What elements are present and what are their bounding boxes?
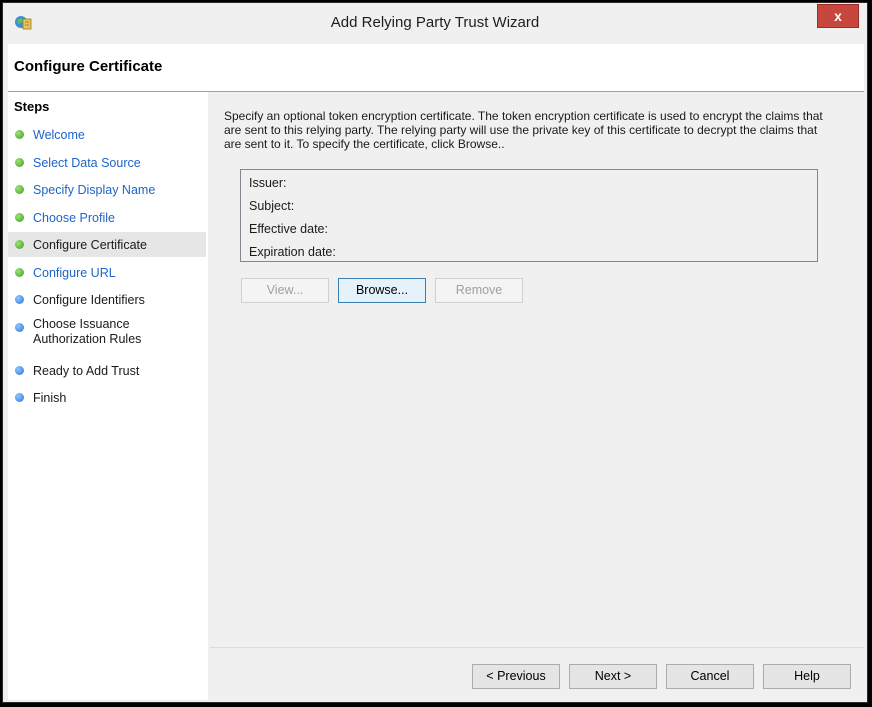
step-label: Choose Profile <box>33 210 115 225</box>
title-bar: Add Relying Party Trust Wizard x <box>3 3 867 43</box>
step-configure-url[interactable]: Configure URL <box>8 260 206 285</box>
step-complete-icon <box>15 213 24 222</box>
step-label: Welcome <box>33 127 85 142</box>
step-label: Ready to Add Trust <box>33 363 140 378</box>
subject-label: Subject: <box>249 199 295 213</box>
step-complete-icon <box>15 268 24 277</box>
page-header: Configure Certificate <box>8 44 864 92</box>
step-pending-icon <box>15 366 24 375</box>
step-select-data-source[interactable]: Select Data Source <box>8 150 206 175</box>
step-pending-icon <box>15 393 24 402</box>
footer-divider <box>210 647 864 648</box>
step-label: Configure Identifiers <box>33 292 145 307</box>
step-choose-profile[interactable]: Choose Profile <box>8 205 206 230</box>
expiration-date-label: Expiration date: <box>249 245 336 259</box>
browse-button[interactable]: Browse... <box>338 278 426 303</box>
main-content: Specify an optional token encryption cer… <box>210 92 864 700</box>
step-welcome[interactable]: Welcome <box>8 122 206 147</box>
window-title: Add Relying Party Trust Wizard <box>330 14 540 31</box>
step-complete-icon <box>15 185 24 194</box>
view-button[interactable]: View... <box>241 278 329 303</box>
step-configure-certificate: Configure Certificate <box>8 232 206 257</box>
step-ready-to-add-trust: Ready to Add Trust <box>8 358 206 383</box>
steps-pane: Steps Welcome Select Data Source Specify… <box>8 92 208 700</box>
previous-button[interactable]: < Previous <box>472 664 560 689</box>
next-button[interactable]: Next > <box>569 664 657 689</box>
step-choose-issuance-authorization-rules: Choose Issuance Authorization Rules <box>8 317 206 353</box>
step-label: Specify Display Name <box>33 182 156 197</box>
step-complete-icon <box>15 130 24 139</box>
step-label: Configure URL <box>33 265 116 280</box>
remove-button[interactable]: Remove <box>435 278 523 303</box>
description-text: Specify an optional token encryption cer… <box>224 109 823 151</box>
issuer-label: Issuer: <box>249 176 287 190</box>
step-pending-icon <box>15 323 24 332</box>
step-complete-icon <box>15 158 24 167</box>
step-label: Configure Certificate <box>33 237 147 252</box>
wizard-window: Add Relying Party Trust Wizard x Configu… <box>2 2 868 703</box>
step-finish: Finish <box>8 385 206 410</box>
help-button[interactable]: Help <box>763 664 851 689</box>
step-current-icon <box>15 240 24 249</box>
close-button[interactable]: x <box>817 4 859 28</box>
step-label: Select Data Source <box>33 155 141 170</box>
cancel-button[interactable]: Cancel <box>666 664 754 689</box>
certificate-details-box: Issuer: Subject: Effective date: Expirat… <box>240 169 818 262</box>
page-title: Configure Certificate <box>14 58 163 75</box>
effective-date-label: Effective date: <box>249 222 328 236</box>
step-label: Finish <box>33 390 67 405</box>
steps-heading: Steps <box>14 99 50 114</box>
step-pending-icon <box>15 295 24 304</box>
step-specify-display-name[interactable]: Specify Display Name <box>8 177 206 202</box>
step-label: Choose Issuance Authorization Rules <box>33 317 142 346</box>
step-configure-identifiers: Configure Identifiers <box>8 287 206 312</box>
